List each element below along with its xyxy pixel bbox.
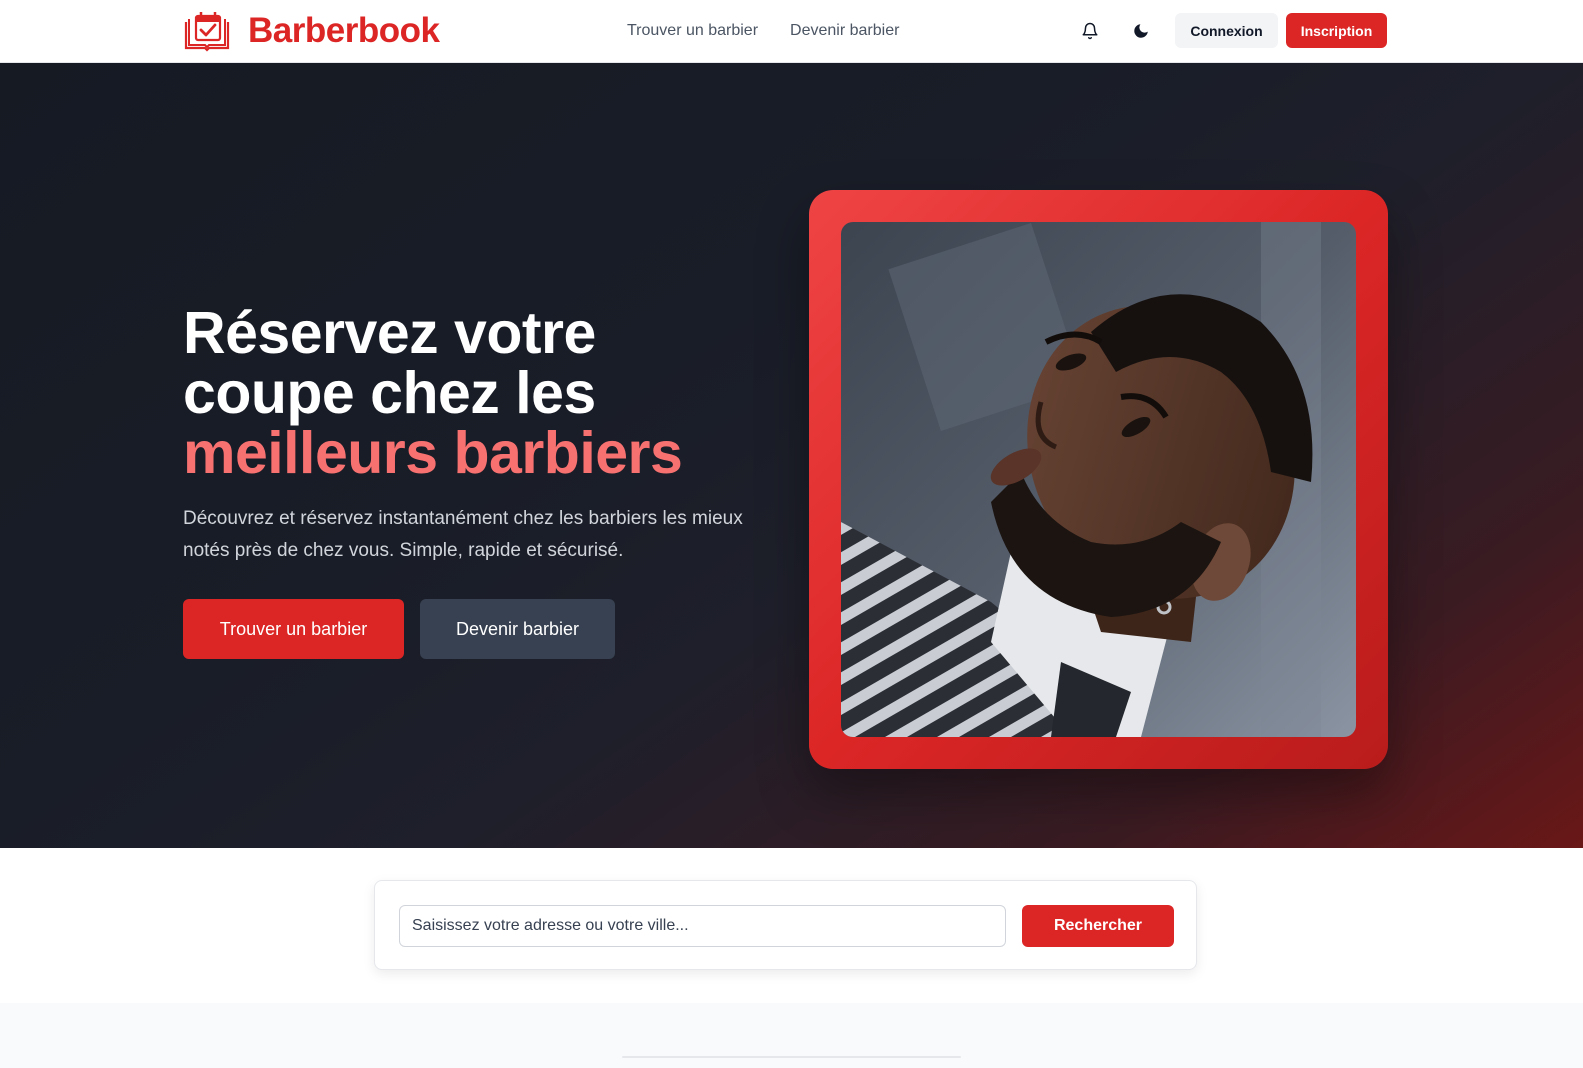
hero-title: Réservez votre coupe chez les meilleurs … xyxy=(183,303,783,483)
brand-name: Barberbook xyxy=(248,11,440,50)
hero-title-line: Réservez votre xyxy=(183,300,596,366)
hero-title-line: coupe chez les xyxy=(183,360,596,426)
search-button[interactable]: Rechercher xyxy=(1022,905,1174,947)
main-nav: Trouver un barbier Devenir barbier xyxy=(627,19,899,43)
search-card: Rechercher xyxy=(374,880,1197,970)
nav-become-barber[interactable]: Devenir barbier xyxy=(790,19,899,43)
theme-toggle-button[interactable] xyxy=(1126,16,1156,46)
moon-icon xyxy=(1134,24,1148,38)
hero-image-frame xyxy=(809,190,1388,769)
section-divider xyxy=(622,1056,961,1058)
site-header: Barberbook Trouver un barbier Devenir ba… xyxy=(0,0,1583,63)
nav-find-barber[interactable]: Trouver un barbier xyxy=(627,19,758,43)
book-calendar-icon xyxy=(184,12,230,52)
become-barber-button[interactable]: Devenir barbier xyxy=(420,599,615,659)
next-section xyxy=(0,1003,1583,1068)
bell-icon xyxy=(1082,22,1098,40)
signup-button[interactable]: Inscription xyxy=(1286,13,1387,48)
login-button[interactable]: Connexion xyxy=(1175,13,1278,48)
search-section: Rechercher xyxy=(0,848,1583,1003)
notifications-button[interactable] xyxy=(1075,16,1105,46)
barber-client-image xyxy=(841,222,1356,737)
find-barber-button[interactable]: Trouver un barbier xyxy=(183,599,404,659)
hero-section: Réservez votre coupe chez les meilleurs … xyxy=(0,63,1583,848)
hero-barber-photo xyxy=(841,222,1356,737)
hero-title-accent: meilleurs barbiers xyxy=(183,420,683,486)
address-search-input[interactable] xyxy=(399,905,1006,947)
brand-logo[interactable]: Barberbook xyxy=(183,10,440,52)
hero-subtitle: Découvrez et réservez instantanément che… xyxy=(183,508,743,561)
